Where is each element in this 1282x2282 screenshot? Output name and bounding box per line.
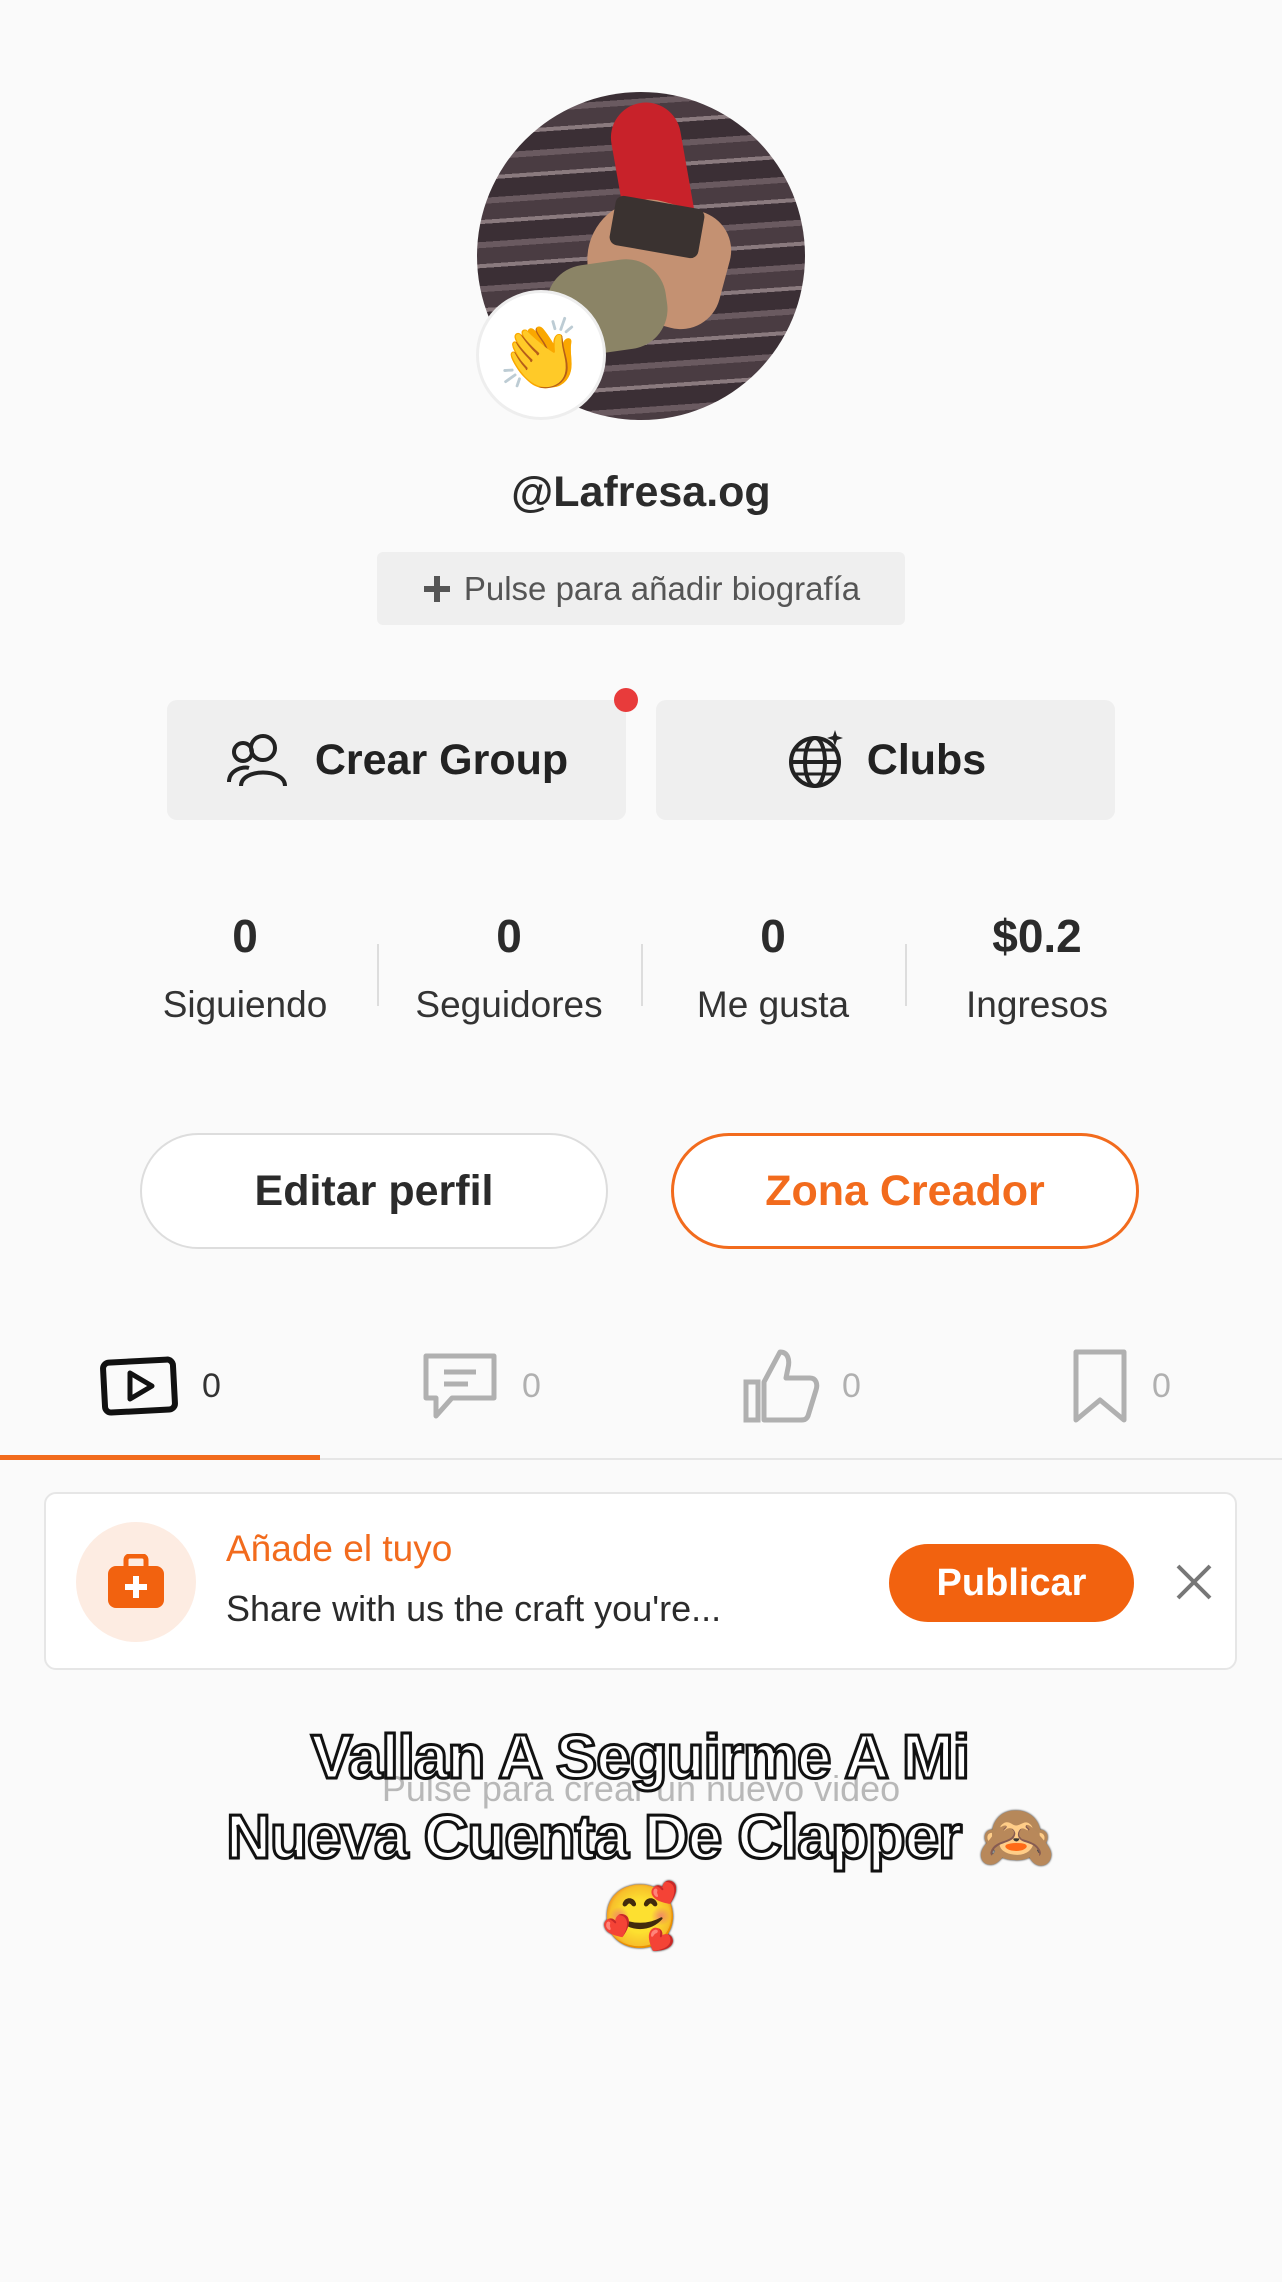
tab-count: 0 xyxy=(842,1366,861,1405)
clubs-label: Clubs xyxy=(866,735,987,784)
promo-card: Añade el tuyo Share with us the craft yo… xyxy=(44,1492,1237,1670)
stat-label: Me gusta xyxy=(696,984,850,1025)
stat-label: Seguidores xyxy=(415,984,603,1025)
clap-badge-icon: 👏 xyxy=(476,290,606,420)
stat-value: $0.2 xyxy=(992,910,1082,962)
create-group-label: Crear Group xyxy=(314,735,569,784)
add-bio-label: Pulse para añadir biografía xyxy=(463,569,861,607)
notification-dot xyxy=(614,688,638,712)
group-icon xyxy=(226,734,287,787)
caption-line-3: 🥰 xyxy=(600,1882,680,1954)
overlay-caption: Vallan A Seguirme A Mi Nueva Cuenta De C… xyxy=(140,1718,1140,1958)
edit-profile-button[interactable]: Editar perfil xyxy=(140,1133,608,1249)
tab-comments[interactable]: 0 xyxy=(420,1346,541,1426)
tab-saved[interactable]: 0 xyxy=(1070,1346,1171,1426)
active-tab-indicator xyxy=(0,1455,320,1460)
clubs-button[interactable]: Clubs xyxy=(656,700,1115,820)
tab-count: 0 xyxy=(522,1366,541,1405)
stat-value: 0 xyxy=(760,910,786,962)
stat-value: 0 xyxy=(232,910,258,962)
stat-value: 0 xyxy=(496,910,522,962)
tab-count: 0 xyxy=(1152,1366,1171,1405)
promo-title: Añade el tuyo xyxy=(226,1528,453,1569)
tab-likes[interactable]: 0 xyxy=(740,1346,861,1426)
add-post-icon xyxy=(108,1554,164,1608)
publish-button[interactable]: Publicar xyxy=(889,1544,1134,1622)
stat-earnings[interactable]: $0.2 Ingresos xyxy=(905,906,1169,1026)
promo-subtitle: Share with us the craft you're... xyxy=(226,1588,722,1629)
stat-label: Siguiendo xyxy=(162,984,328,1025)
comment-icon xyxy=(423,1353,497,1419)
stat-label: Ingresos xyxy=(966,984,1108,1025)
stat-likes[interactable]: 0 Me gusta xyxy=(641,906,905,1026)
stat-following[interactable]: 0 Siguiendo xyxy=(113,906,377,1026)
plus-icon xyxy=(423,575,450,602)
create-group-button[interactable]: Crear Group xyxy=(167,700,626,820)
bookmark-icon xyxy=(1073,1349,1127,1423)
stat-followers[interactable]: 0 Seguidores xyxy=(377,906,641,1026)
globe-icon xyxy=(788,730,843,788)
caption-line-1: Vallan A Seguirme A Mi xyxy=(310,1722,972,1794)
add-bio-button[interactable]: Pulse para añadir biografía xyxy=(377,552,905,625)
promo-icon xyxy=(76,1522,196,1642)
creator-zone-button[interactable]: Zona Creador xyxy=(671,1133,1139,1249)
close-icon xyxy=(1176,1564,1212,1600)
tab-videos[interactable]: 0 xyxy=(100,1346,221,1426)
close-promo-button[interactable] xyxy=(1164,1552,1224,1612)
tab-count: 0 xyxy=(202,1366,221,1405)
video-icon xyxy=(100,1356,178,1416)
profile-username: @Lafresa.og xyxy=(511,468,771,516)
caption-line-2: Nueva Cuenta De Clapper 🙈 xyxy=(225,1802,1056,1874)
thumbs-up-icon xyxy=(743,1349,820,1423)
